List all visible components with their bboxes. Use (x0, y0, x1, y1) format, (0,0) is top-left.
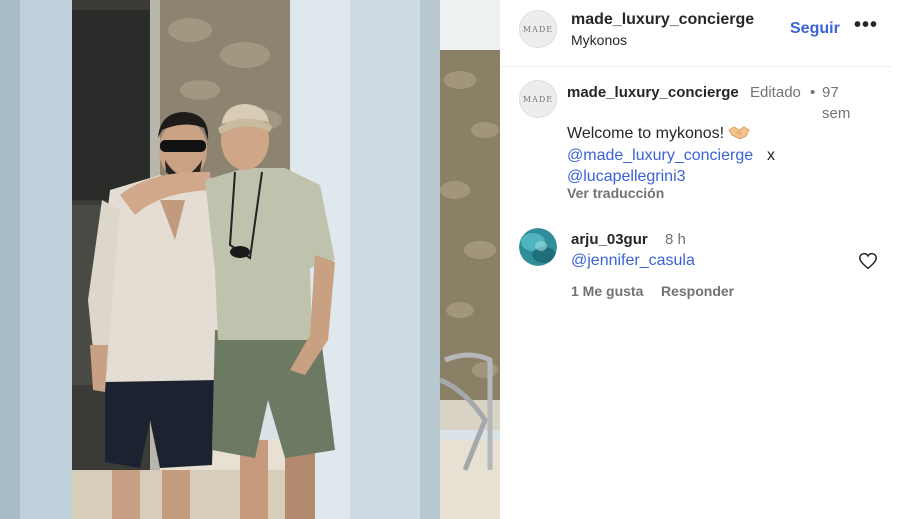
post-time[interactable]: 97 sem (822, 82, 862, 124)
caption-avatar[interactable]: MADE (519, 80, 557, 118)
comment-username[interactable]: arju_03gur (571, 231, 648, 248)
see-translation-link[interactable]: Ver traducción (567, 185, 664, 201)
comment-mention[interactable]: @jennifer_casula (571, 252, 695, 270)
avatar-logo-text: MADE (522, 24, 554, 34)
edited-label: Editado (750, 84, 801, 101)
post-header: MADE made_luxury_concierge Mykonos Segui… (500, 0, 892, 67)
caption-username[interactable]: made_luxury_concierge (567, 82, 742, 103)
header-username[interactable]: made_luxury_concierge (571, 11, 754, 29)
comment-likes-count[interactable]: 1 Me gusta (571, 283, 643, 299)
profile-avatar[interactable]: MADE (519, 10, 557, 48)
follow-button[interactable]: Seguir (790, 20, 840, 38)
handshake-icon (728, 124, 750, 147)
post-sidebar: MADE made_luxury_concierge Mykonos Segui… (500, 0, 918, 519)
heart-outline-icon[interactable] (858, 252, 880, 272)
photo-scene (0, 0, 500, 519)
caption-mention-1[interactable]: @made_luxury_concierge (567, 145, 753, 167)
commenter-avatar[interactable] (519, 228, 557, 266)
caption-text: Welcome to mykonos! (567, 123, 750, 147)
separator-dot: • (810, 84, 816, 101)
more-options-icon[interactable]: ••• (854, 14, 878, 37)
caption-connector: x (767, 147, 775, 164)
post-photo[interactable] (0, 0, 500, 519)
caption-avatar-logo-text: MADE (522, 94, 554, 104)
comment-time: 8 h (665, 231, 686, 248)
header-location[interactable]: Mykonos (571, 32, 627, 48)
caption-text-content: Welcome to mykonos! (567, 125, 725, 142)
reply-button[interactable]: Responder (661, 283, 734, 299)
commenter-avatar-image (519, 228, 557, 266)
